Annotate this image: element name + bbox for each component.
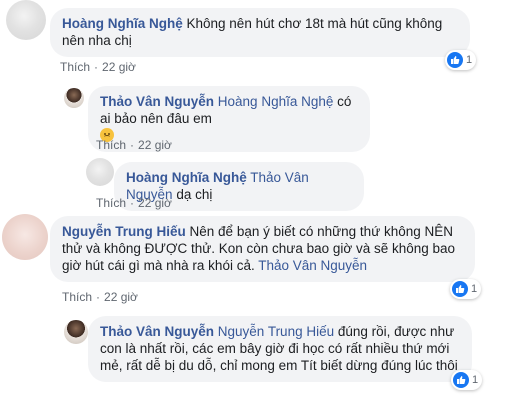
reaction-badge[interactable]: 1 xyxy=(451,370,483,390)
comment-actions: Thích · 22 giờ xyxy=(62,290,138,304)
mention-link[interactable]: Hoàng Nghĩa Nghệ xyxy=(218,94,334,109)
avatar[interactable] xyxy=(6,0,46,40)
like-link[interactable]: Thích xyxy=(96,196,126,210)
comment-bubble: Thảo Vân Nguyễn Nguyễn Trung Hiếu đúng r… xyxy=(88,316,472,382)
thumbs-up-icon xyxy=(452,281,468,297)
like-link[interactable]: Thích xyxy=(60,60,90,74)
comment-time[interactable]: 22 giờ xyxy=(102,60,136,74)
comment-actions: Thích · 22 giờ xyxy=(60,60,136,74)
comment-time[interactable]: 22 giờ xyxy=(104,290,138,304)
reaction-badge[interactable]: 1 xyxy=(445,50,477,70)
reaction-count: 1 xyxy=(471,283,478,295)
comment-bubble: Nguyễn Trung Hiếu Nên để bạn ý biết có n… xyxy=(50,216,475,282)
reaction-badge[interactable]: 1 xyxy=(450,279,482,299)
reaction-count: 1 xyxy=(466,54,473,66)
mention-link[interactable]: Thảo Vân Nguyễn xyxy=(258,258,367,273)
comment-author[interactable]: Hoàng Nghĩa Nghệ xyxy=(126,170,247,185)
reaction-count: 1 xyxy=(472,374,479,386)
avatar[interactable] xyxy=(86,158,114,186)
avatar[interactable] xyxy=(64,320,88,344)
like-link[interactable]: Thích xyxy=(62,290,92,304)
comment-author[interactable]: Thảo Vân Nguyễn xyxy=(100,94,214,109)
comment-actions: Thích · 22 giờ xyxy=(96,138,172,152)
thumbs-up-icon xyxy=(453,372,469,388)
comment-time[interactable]: 22 giờ xyxy=(138,196,172,210)
comment-author[interactable]: Thảo Vân Nguyễn xyxy=(100,324,214,339)
comment-text: dạ chị xyxy=(176,187,213,202)
comment-actions: Thích · 22 giờ xyxy=(96,196,172,210)
comment-author[interactable]: Nguyễn Trung Hiếu xyxy=(62,224,186,239)
avatar[interactable] xyxy=(2,214,48,260)
comment-bubble: Hoàng Nghĩa Nghệ Không nên hút chơ 18t m… xyxy=(50,8,470,57)
mention-link[interactable]: Nguyễn Trung Hiếu xyxy=(218,324,334,339)
avatar[interactable] xyxy=(64,88,84,108)
comment-time[interactable]: 22 giờ xyxy=(138,138,172,152)
like-link[interactable]: Thích xyxy=(96,138,126,152)
thumbs-up-icon xyxy=(447,52,463,68)
comment-author[interactable]: Hoàng Nghĩa Nghệ xyxy=(62,16,183,31)
